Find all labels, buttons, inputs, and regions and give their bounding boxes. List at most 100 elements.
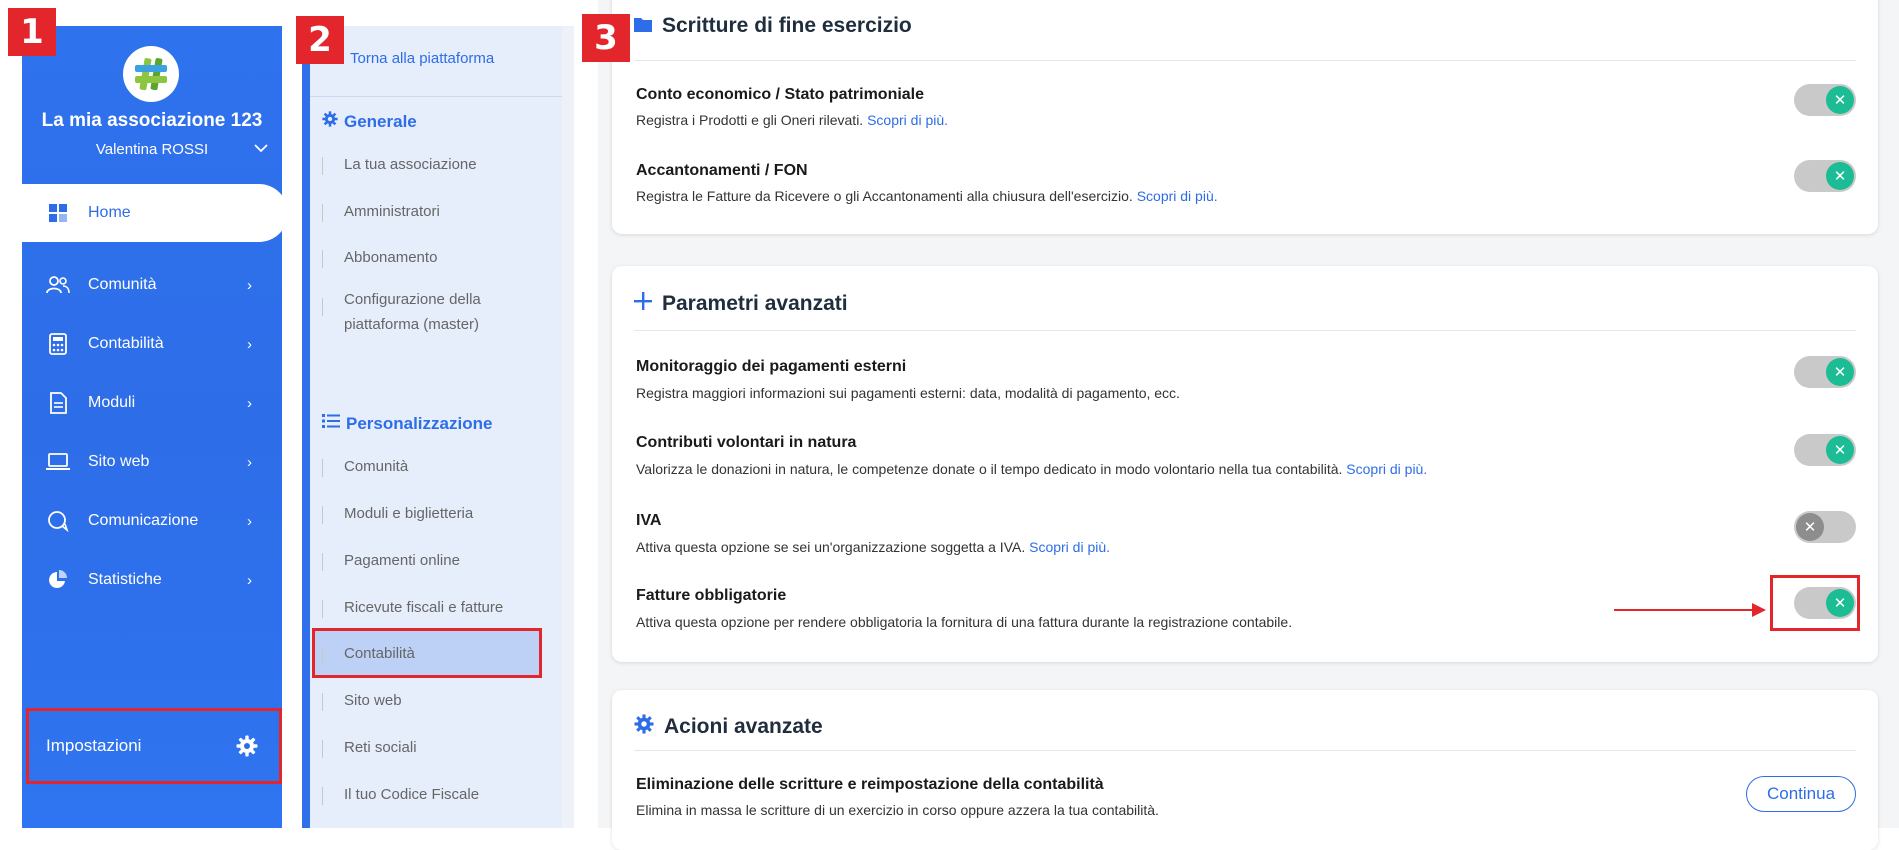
- close-icon: ✕: [1826, 86, 1854, 114]
- sidebar-item-label: Home: [88, 204, 131, 221]
- submenu-item-abbonamento[interactable]: Abbonamento: [344, 245, 437, 270]
- settings-button[interactable]: Impostazioni: [26, 708, 282, 784]
- step-badge-2: 2: [296, 16, 344, 64]
- document-icon: [46, 391, 70, 415]
- submenu-tree-line: [322, 506, 323, 524]
- hashtag-logo-icon: [135, 58, 167, 91]
- card-title: Acioni avanzate: [634, 714, 823, 740]
- card-title-text: Acioni avanzate: [664, 715, 823, 738]
- close-icon: ✕: [1826, 358, 1854, 386]
- calculator-icon: [46, 332, 70, 356]
- sidebar-item-label: Sito web: [88, 453, 150, 470]
- sidebar-item-label: Moduli: [88, 394, 136, 411]
- submenu-tree-line: [322, 204, 323, 222]
- submenu-item-reti-sociali[interactable]: Reti sociali: [344, 735, 417, 760]
- card-title-text: Scritture di fine esercizio: [662, 14, 912, 37]
- close-icon: ✕: [1826, 436, 1854, 464]
- toggle-iva[interactable]: ✕: [1794, 511, 1856, 543]
- learn-more-link[interactable]: Scopri di più.: [1137, 188, 1218, 204]
- card-advanced-params: Parametri avanzati Monitoraggio dei paga…: [612, 266, 1878, 662]
- sidebar-item-statistiche[interactable]: Statistiche ›: [22, 560, 282, 600]
- gear-icon: [322, 111, 338, 132]
- submenu-item-pagamenti-online[interactable]: Pagamenti online: [344, 548, 460, 573]
- learn-more-link[interactable]: Scopri di più.: [1346, 461, 1427, 477]
- sidebar-item-moduli[interactable]: Moduli ›: [22, 383, 282, 423]
- setting-title: Fatture obbligatorie: [636, 587, 787, 604]
- folder-icon: [634, 14, 652, 38]
- submenu-item-la-tua-associazione[interactable]: La tua associazione: [344, 152, 477, 177]
- card-divider: [634, 60, 1856, 61]
- sidebar-item-label: Comunicazione: [88, 512, 199, 529]
- toggle-contributi-natura[interactable]: ✕: [1794, 434, 1856, 466]
- users-icon: [46, 273, 70, 297]
- setting-description: Attiva questa opzione per rendere obblig…: [636, 614, 1293, 630]
- sidebar-item-comunicazione[interactable]: Comunicazione ›: [22, 501, 282, 541]
- chevron-down-icon[interactable]: [254, 140, 268, 158]
- gear-icon: [236, 735, 258, 757]
- annotation-arrow-head: [1752, 603, 1766, 617]
- card-title: Parametri avanzati: [634, 292, 848, 316]
- submenu-item-label: piattaforma (master): [344, 316, 480, 333]
- sidebar-item-contabilita[interactable]: Contabilità ›: [22, 324, 282, 364]
- submenu-item-sito-web[interactable]: Sito web: [344, 688, 402, 713]
- gear-icon: [634, 714, 654, 740]
- dashboard-icon: [46, 201, 70, 225]
- chevron-right-icon: ›: [247, 276, 252, 294]
- submenu-item-amministratori[interactable]: Amministratori: [344, 199, 440, 224]
- laptop-icon: [46, 450, 70, 474]
- setting-title: Eliminazione delle scritture e reimposta…: [636, 776, 1104, 793]
- sidebar-item-label: Comunità: [88, 276, 157, 293]
- card-advanced-actions: Acioni avanzate Eliminazione delle scrit…: [612, 690, 1878, 850]
- submenu-tree-line: [322, 459, 323, 477]
- submenu-tree-line: [322, 787, 323, 805]
- continue-button[interactable]: Continua: [1746, 776, 1856, 812]
- setting-description: Registra le Fatture da Ricevere o gli Ac…: [636, 188, 1218, 204]
- submenu-scrollbar[interactable]: [562, 26, 574, 828]
- toggle-conto-economico[interactable]: ✕: [1794, 84, 1856, 116]
- annotation-highlight: [1770, 575, 1860, 631]
- submenu-item-codice-fiscale[interactable]: Il tuo Codice Fiscale: [344, 782, 479, 807]
- learn-more-link[interactable]: Scopri di più.: [867, 112, 948, 128]
- submenu-item-contabilita[interactable]: Contabilità: [344, 641, 415, 666]
- submenu-tree-line: [322, 600, 323, 618]
- setting-title: IVA: [636, 512, 662, 529]
- card-title: Scritture di fine esercizio: [634, 14, 912, 38]
- learn-more-link[interactable]: Scopri di più.: [1029, 539, 1110, 555]
- toggle-monitoraggio-pagamenti[interactable]: ✕: [1794, 356, 1856, 388]
- sidebar-item-home[interactable]: Home: [22, 184, 288, 242]
- setting-description: Registra maggiori informazioni sui pagam…: [636, 385, 1180, 401]
- setting-title: Conto economico / Stato patrimoniale: [636, 86, 925, 103]
- setting-description: Elimina in massa le scritture di un exer…: [636, 802, 1159, 818]
- toggle-accantonamenti[interactable]: ✕: [1794, 160, 1856, 192]
- submenu-tree-line: [322, 298, 323, 316]
- submenu-tree-line: [322, 157, 323, 175]
- org-name: La mia associazione 123: [41, 110, 263, 131]
- section-custom-label: Personalizzazione: [346, 413, 493, 433]
- chevron-right-icon: ›: [247, 512, 252, 530]
- sidebar-item-label: Contabilità: [88, 335, 164, 352]
- submenu-item-moduli-biglietteria[interactable]: Moduli e biglietteria: [344, 501, 473, 526]
- submenu-item-comunita[interactable]: Comunità: [344, 454, 408, 479]
- sidebar-item-comunita[interactable]: Comunità ›: [22, 265, 282, 305]
- chevron-right-icon: ›: [247, 453, 252, 471]
- setting-title: Accantonamenti / FON: [636, 162, 808, 179]
- step-badge-1: 1: [8, 8, 56, 56]
- chat-icon: [46, 509, 70, 533]
- sidebar-item-sito-web[interactable]: Sito web ›: [22, 442, 282, 482]
- submenu-tree-line: [322, 693, 323, 711]
- org-logo: [123, 46, 179, 102]
- card-title-text: Parametri avanzati: [662, 292, 848, 315]
- setting-title: Monitoraggio dei pagamenti esterni: [636, 358, 907, 375]
- submenu-item-ricevute-fatture[interactable]: Ricevute fiscali e fatture: [344, 595, 503, 620]
- back-to-platform-link[interactable]: Torna alla piattaforma: [350, 50, 494, 67]
- submenu-item-configurazione[interactable]: Configurazione della piattaforma (master…: [344, 287, 481, 337]
- submenu-accent-bar: [302, 64, 310, 828]
- user-name[interactable]: Valentina ROSSI: [22, 141, 282, 158]
- setting-description: Registra i Prodotti e gli Oneri rilevati…: [636, 112, 949, 128]
- annotation-arrow: [1614, 609, 1759, 611]
- submenu-item-label: Configurazione della: [344, 291, 481, 308]
- chevron-right-icon: ›: [247, 394, 252, 412]
- submenu-divider: [310, 96, 562, 97]
- settings-label: Impostazioni: [46, 736, 142, 755]
- plus-icon: [634, 292, 652, 316]
